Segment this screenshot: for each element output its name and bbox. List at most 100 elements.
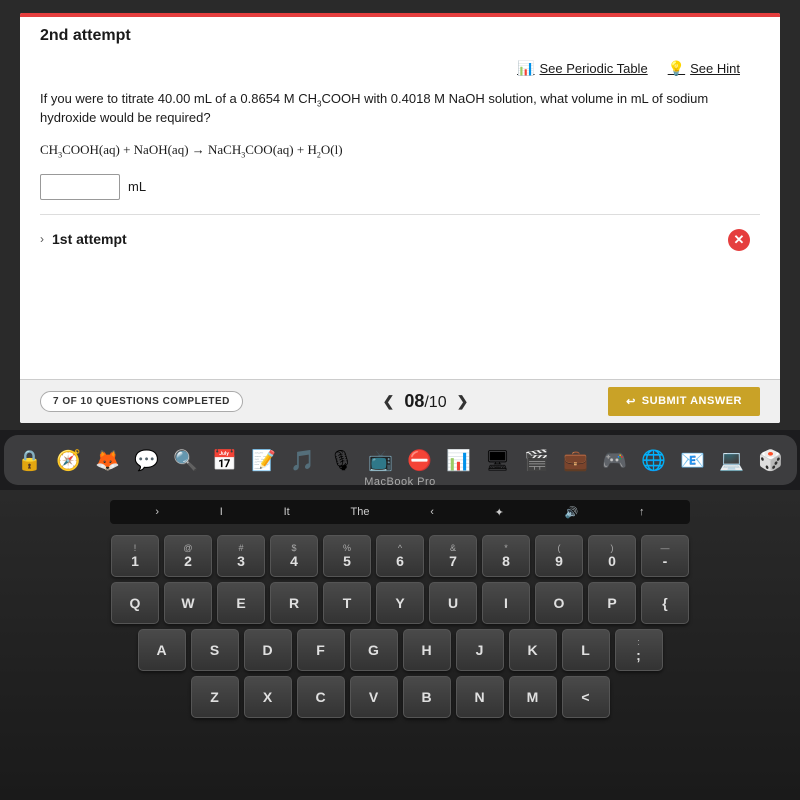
key-r[interactable]: R <box>270 582 318 624</box>
submit-label: SUBMIT ANSWER <box>642 395 742 407</box>
equation-line: CH3COOH(aq) + NaOH(aq) → NaCH3COO(aq) + … <box>40 142 760 158</box>
key-f[interactable]: F <box>297 629 345 671</box>
answer-input[interactable] <box>40 174 120 200</box>
key-n[interactable]: N <box>456 676 504 718</box>
dock-icon-messages[interactable]: 💬 <box>129 442 165 478</box>
page-current: 08 <box>404 391 424 411</box>
key-u[interactable]: U <box>429 582 477 624</box>
dock-icon-portfolio[interactable]: 💼 <box>558 442 594 478</box>
dock-icon-stop[interactable]: ⛔ <box>402 442 438 478</box>
key-d[interactable]: D <box>244 629 292 671</box>
key-5[interactable]: %5 <box>323 535 371 577</box>
key-7[interactable]: &7 <box>429 535 477 577</box>
dock-icon-finder[interactable]: 🔒 <box>12 442 48 478</box>
touch-key-volume[interactable]: 🔊 <box>565 506 579 519</box>
key-g[interactable]: G <box>350 629 398 671</box>
dock-icon-mail[interactable]: 📧 <box>675 442 711 478</box>
touch-key-angle[interactable]: › <box>155 506 159 518</box>
key-v[interactable]: V <box>350 676 398 718</box>
dock-icon-chrome[interactable]: 🌐 <box>636 442 672 478</box>
touch-key-the[interactable]: The <box>350 506 369 518</box>
hint-link[interactable]: 💡 See Hint <box>668 60 740 77</box>
dock-icon-video[interactable]: 🎬 <box>519 442 555 478</box>
macbook-label: MacBook Pro <box>364 476 436 488</box>
key-t[interactable]: T <box>323 582 371 624</box>
divider <box>40 214 760 215</box>
key-p[interactable]: P <box>588 582 636 624</box>
dock-area: 🔒 🧭 🦊 💬 🔍 📅 📝 🎵 🎙 📺 ⛔ 📊 🖥 🎬 💼 🎮 🌐 📧 💻 🎲 … <box>0 430 800 490</box>
dock-icon-notes[interactable]: 📝 <box>246 442 282 478</box>
prev-attempt-label: 1st attempt <box>52 231 127 247</box>
next-arrow[interactable]: ❯ <box>457 393 469 410</box>
dock-icon-word[interactable]: 💻 <box>714 442 750 478</box>
key-colon[interactable]: :; <box>615 629 663 671</box>
attempt-title: 2nd attempt <box>40 27 760 45</box>
content-area: 2nd attempt 📊 See Periodic Table 💡 See H… <box>20 17 780 270</box>
key-q[interactable]: Q <box>111 582 159 624</box>
unit-label: mL <box>128 179 146 194</box>
key-z[interactable]: Z <box>191 676 239 718</box>
prev-arrow[interactable]: ❮ <box>383 393 395 410</box>
page-total: /10 <box>424 394 446 411</box>
dock-icon-monitor[interactable]: 🖥 <box>480 442 516 478</box>
dock-icon-numbers[interactable]: 📊 <box>441 442 477 478</box>
key-l[interactable]: L <box>562 629 610 671</box>
keyboard-row-numbers: !1 @2 #3 $4 %5 ^6 &7 *8 (9 )0 —- <box>111 535 689 577</box>
key-o[interactable]: O <box>535 582 583 624</box>
dock-icon-music[interactable]: 🎵 <box>285 442 321 478</box>
key-j[interactable]: J <box>456 629 504 671</box>
hint-label: See Hint <box>690 61 740 76</box>
key-e[interactable]: E <box>217 582 265 624</box>
submit-icon: ↩ <box>626 395 636 408</box>
dock-icon-spotlight[interactable]: 🔍 <box>168 442 204 478</box>
key-0[interactable]: )0 <box>588 535 636 577</box>
dock-icon-games[interactable]: 🎮 <box>597 442 633 478</box>
key-less[interactable]: < <box>562 676 610 718</box>
key-c[interactable]: C <box>297 676 345 718</box>
dock-icon-extra[interactable]: 🎲 <box>753 442 789 478</box>
dock-icon-podcasts[interactable]: 🎙 <box>324 442 360 478</box>
keyboard-area: › I It The ‹ ✦ 🔊 ↑ !1 @2 #3 $4 %5 ^6 &7 … <box>0 490 800 800</box>
key-s[interactable]: S <box>191 629 239 671</box>
screen-content: 2nd attempt 📊 See Periodic Table 💡 See H… <box>20 13 780 423</box>
nav-controls: ❮ 08/10 ❯ <box>383 391 469 412</box>
touch-key-brightness[interactable]: ✦ <box>495 506 504 519</box>
dock-icon-calendar[interactable]: 📅 <box>207 442 243 478</box>
key-h[interactable]: H <box>403 629 451 671</box>
key-3[interactable]: #3 <box>217 535 265 577</box>
key-4[interactable]: $4 <box>270 535 318 577</box>
key-x[interactable]: X <box>244 676 292 718</box>
question-text: If you were to titrate 40.00 mL of a 0.8… <box>40 89 760 128</box>
page-indicator: 08/10 <box>404 391 446 412</box>
touch-key-i[interactable]: I <box>220 506 223 518</box>
key-i[interactable]: I <box>482 582 530 624</box>
dock-icon-firefox[interactable]: 🦊 <box>90 442 126 478</box>
periodic-table-link[interactable]: 📊 See Periodic Table <box>517 60 648 77</box>
key-b[interactable]: B <box>403 676 451 718</box>
keyboard-row-zxcv: Z X C V B N M < <box>191 676 610 718</box>
key-y[interactable]: Y <box>376 582 424 624</box>
touch-key-back[interactable]: ‹ <box>430 506 434 518</box>
key-1[interactable]: !1 <box>111 535 159 577</box>
key-dash[interactable]: —- <box>641 535 689 577</box>
touch-bar: › I It The ‹ ✦ 🔊 ↑ <box>110 500 690 524</box>
key-bracket[interactable]: { <box>641 582 689 624</box>
key-6[interactable]: ^6 <box>376 535 424 577</box>
touch-key-it[interactable]: It <box>284 506 290 518</box>
periodic-table-icon: 📊 <box>517 60 534 77</box>
key-w[interactable]: W <box>164 582 212 624</box>
key-9[interactable]: (9 <box>535 535 583 577</box>
key-2[interactable]: @2 <box>164 535 212 577</box>
chevron-right-icon: › <box>40 232 44 246</box>
submit-button[interactable]: ↩ SUBMIT ANSWER <box>608 387 760 416</box>
key-8[interactable]: *8 <box>482 535 530 577</box>
key-k[interactable]: K <box>509 629 557 671</box>
error-badge: ✕ <box>728 229 750 251</box>
questions-progress: 7 OF 10 QUESTIONS COMPLETED <box>40 391 243 412</box>
touch-key-arrow-up[interactable]: ↑ <box>639 506 645 518</box>
key-a[interactable]: A <box>138 629 186 671</box>
dock-icon-safari[interactable]: 🧭 <box>51 442 87 478</box>
dock-icon-tv[interactable]: 📺 <box>363 442 399 478</box>
prev-attempt-row[interactable]: › 1st attempt ✕ <box>40 223 760 255</box>
key-m[interactable]: M <box>509 676 557 718</box>
